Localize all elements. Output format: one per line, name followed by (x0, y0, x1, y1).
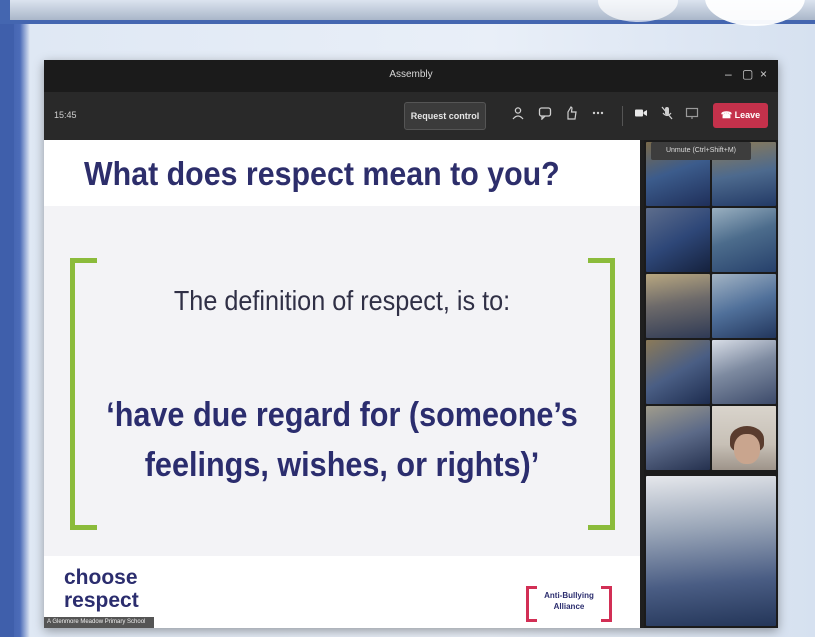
close-icon[interactable]: × (760, 67, 767, 81)
camera-icon[interactable] (632, 106, 650, 124)
logo-line-1: choose (64, 566, 138, 589)
more-icon[interactable] (589, 106, 607, 124)
aba-logo-text: Anti-Bullying Alliance (536, 590, 602, 612)
logo-subtitle: A Glenmore Meadow Primary School (44, 617, 154, 628)
classroom-video-thumbnail (712, 340, 776, 404)
participant-tile[interactable] (712, 340, 776, 404)
reactions-icon[interactable] (562, 106, 580, 124)
definition-quote: ‘have due regard for (someone’s feelings… (74, 390, 610, 490)
participant-tile-large[interactable] (646, 476, 776, 626)
classroom-video-thumbnail (712, 208, 776, 272)
definition-intro: The definition of respect, is to: (173, 285, 511, 316)
maximize-icon[interactable]: ▢ (742, 67, 753, 81)
classroom-video-thumbnail (646, 208, 710, 272)
classroom-video-thumbnail (646, 476, 776, 626)
slide-title: What does respect mean to you? (84, 155, 560, 192)
anti-bullying-alliance-logo: Anti-Bullying Alliance (526, 584, 612, 622)
leave-button[interactable]: ☎ Leave (713, 103, 768, 128)
mic-icon[interactable] (658, 106, 676, 124)
teams-meeting-window: Assembly – ▢ × 15:45 Request control ☎ L… (44, 60, 778, 628)
participant-tile[interactable] (646, 406, 710, 470)
people-icon[interactable] (509, 106, 527, 124)
window-title: Assembly (389, 69, 433, 80)
meeting-toolbar: 15:45 Request control ☎ Leave (44, 92, 778, 140)
participant-tile[interactable] (646, 274, 710, 338)
phone-hangup-icon: ☎ (720, 110, 735, 120)
title-bar: Assembly – ▢ × (44, 60, 778, 92)
participant-tile[interactable] (712, 208, 776, 272)
definition-quote-line-2: feelings, wishes, or rights)’ (144, 446, 540, 484)
aba-line-1: Anti-Bullying (544, 591, 594, 600)
request-control-button[interactable]: Request control (404, 102, 486, 130)
classroom-video-thumbnail (646, 274, 710, 338)
logo-line-2: respect (64, 589, 139, 612)
unmute-tooltip: Unmute (Ctrl+Shift+M) (651, 142, 751, 160)
share-icon[interactable] (683, 106, 701, 124)
toolbar-divider (622, 106, 623, 126)
choose-respect-logo: choose respect (64, 566, 139, 612)
participant-gallery (644, 140, 778, 628)
classroom-video-thumbnail (712, 274, 776, 338)
shared-slide: What does respect mean to you? The defin… (44, 140, 640, 628)
chat-icon[interactable] (536, 106, 554, 124)
person-face (734, 434, 760, 464)
background-left-strip (0, 24, 14, 637)
participant-tile-active[interactable] (712, 406, 776, 470)
leave-label: Leave (734, 110, 761, 120)
participant-tile[interactable] (712, 274, 776, 338)
participant-tile[interactable] (646, 340, 710, 404)
classroom-video-thumbnail (646, 340, 710, 404)
classroom-video-thumbnail (646, 406, 710, 470)
logo-bracket-right (601, 586, 612, 622)
aba-line-2: Alliance (553, 602, 585, 611)
definition-quote-line-1: ‘have due regard for (someone’s (106, 396, 578, 434)
meeting-timer: 15:45 (54, 110, 77, 120)
minimize-icon[interactable]: – (725, 67, 732, 81)
participant-tile[interactable] (646, 208, 710, 272)
background-top-highlight (10, 0, 815, 20)
